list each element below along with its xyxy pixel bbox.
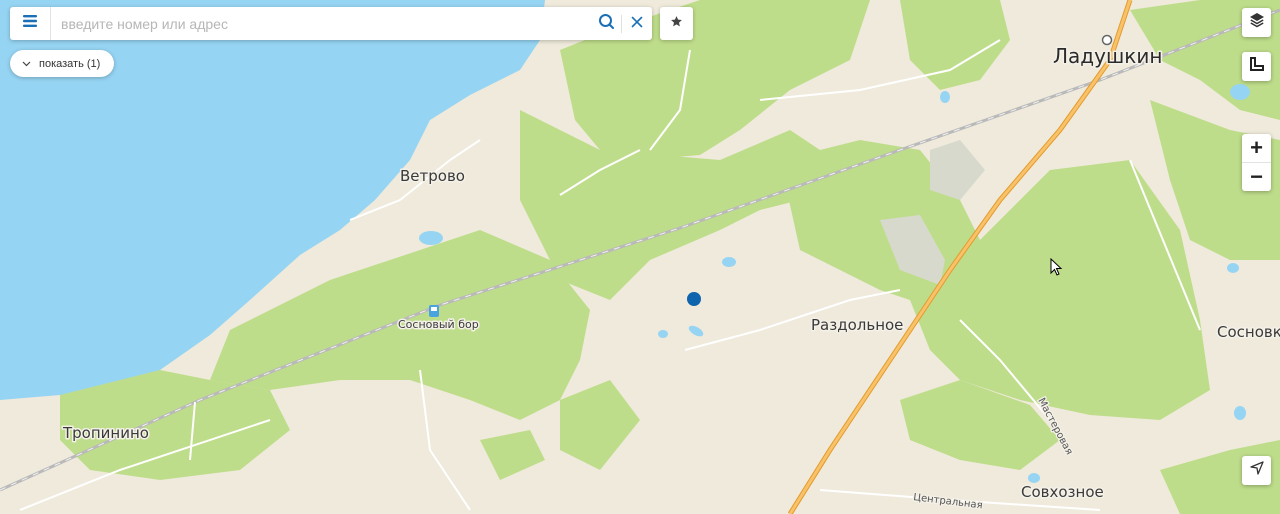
place-tropinino[interactable]: Тропинино xyxy=(61,423,151,444)
layers-button[interactable] xyxy=(1242,8,1271,37)
place-sosnovy-bor[interactable]: Сосновый бор xyxy=(397,317,481,333)
mouse-cursor-icon xyxy=(1050,258,1063,276)
close-icon xyxy=(631,15,643,33)
chevron-down-icon xyxy=(22,61,31,67)
place-ladushkin[interactable]: Ладушкин xyxy=(1052,43,1164,70)
clear-button[interactable] xyxy=(622,7,652,40)
ruler-button[interactable] xyxy=(1242,52,1271,81)
locate-button[interactable] xyxy=(1242,456,1271,485)
search-input[interactable] xyxy=(51,8,591,39)
show-filter-label: показать (1) xyxy=(39,57,101,70)
zoom-controls: + − xyxy=(1242,134,1271,191)
search-icon xyxy=(598,13,615,35)
zoom-in-button[interactable]: + xyxy=(1242,134,1271,162)
bus-stop-icon xyxy=(429,305,439,317)
search-button[interactable] xyxy=(591,7,621,40)
place-sovkhoznoe[interactable]: Совхозное xyxy=(1020,482,1106,503)
search-bar xyxy=(10,7,652,40)
place-razdolnoe[interactable]: Раздольное xyxy=(810,315,905,336)
listing-marker[interactable] xyxy=(687,292,701,306)
star-icon xyxy=(670,15,683,33)
zoom-out-button[interactable]: − xyxy=(1242,162,1271,191)
map-canvas[interactable]: Ладушкин Ветрово Сосновый бор Тропинино … xyxy=(0,0,1280,514)
navigation-arrow-icon xyxy=(1249,461,1264,480)
show-filter-button[interactable]: показать (1) xyxy=(10,50,115,77)
layers-icon xyxy=(1249,12,1265,33)
ruler-icon xyxy=(1249,56,1265,77)
place-vetrovo[interactable]: Ветрово xyxy=(399,166,467,187)
place-sosnovka[interactable]: Сосновк xyxy=(1216,322,1280,343)
menu-button[interactable] xyxy=(10,7,51,40)
hamburger-icon xyxy=(22,14,38,33)
favorite-button[interactable] xyxy=(660,7,693,40)
